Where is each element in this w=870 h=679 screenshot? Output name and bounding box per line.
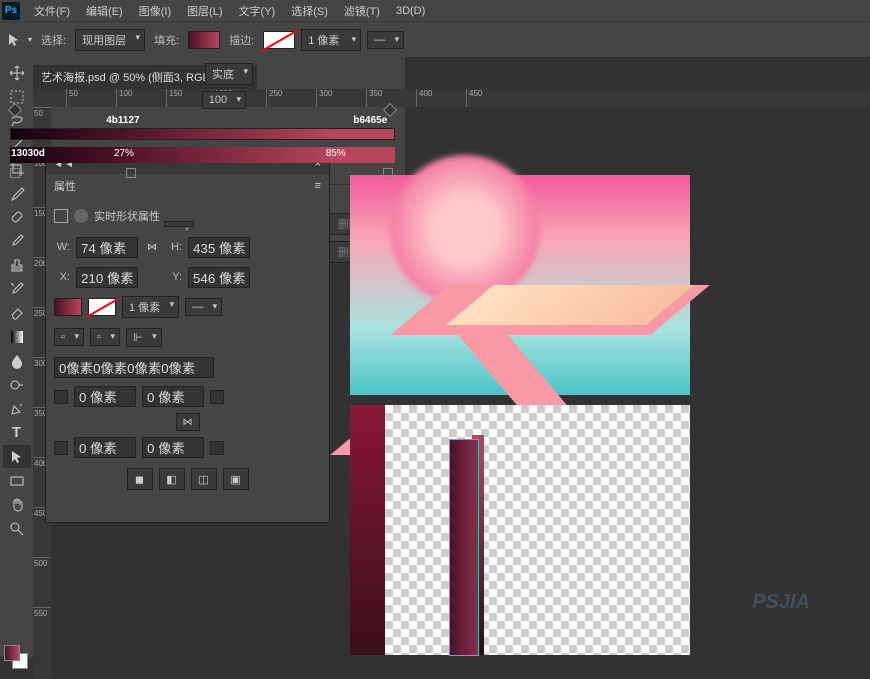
stop-opacity-field bbox=[164, 221, 194, 227]
dodge-tool-icon[interactable] bbox=[3, 373, 31, 396]
history-brush-icon[interactable] bbox=[3, 277, 31, 300]
gradient-type-dropdown[interactable]: 实底 bbox=[205, 63, 253, 85]
selected-shape[interactable] bbox=[450, 440, 478, 655]
pen-tool-icon[interactable] bbox=[3, 397, 31, 420]
pathop-combine-icon[interactable]: ◼ bbox=[127, 468, 153, 490]
path-select-tool-icon[interactable] bbox=[3, 445, 31, 468]
stroke-style-dropdown[interactable]: — bbox=[367, 31, 404, 49]
fg-color-swatch[interactable] bbox=[4, 645, 20, 661]
stroke-swatch[interactable] bbox=[263, 31, 295, 49]
dropdown-arrow-icon[interactable]: ▾ bbox=[28, 35, 32, 44]
path-select-icon[interactable] bbox=[6, 32, 22, 48]
corner-tr-shape[interactable] bbox=[210, 390, 224, 404]
fill-label: 填充: bbox=[154, 32, 179, 48]
rectangle-tool-icon[interactable] bbox=[3, 469, 31, 492]
pathop-intersect-icon[interactable]: ◫ bbox=[191, 468, 217, 490]
panel-menu-icon[interactable]: ≡ bbox=[315, 180, 321, 192]
corner-tl-shape[interactable] bbox=[54, 390, 68, 404]
select-label: 选择: bbox=[41, 32, 66, 48]
zoom-tool-icon[interactable] bbox=[3, 517, 31, 540]
corner-bl-shape[interactable] bbox=[54, 441, 68, 455]
menu-image[interactable]: 图像(I) bbox=[131, 1, 179, 21]
stroke-width-dropdown[interactable]: 1 像素 bbox=[301, 29, 361, 51]
ps-logo-icon: Ps bbox=[2, 2, 20, 20]
properties-panel: ◄◄ × 属性 ≡ 实时形状属性 W: ⋈ H: X: Y: 1 像素 bbox=[45, 153, 330, 523]
link-corners-icon[interactable]: ⋈ bbox=[176, 413, 200, 431]
menu-filter[interactable]: 滤镜(T) bbox=[336, 1, 388, 21]
corner-tr-field[interactable] bbox=[142, 386, 204, 407]
menu-select[interactable]: 选择(S) bbox=[283, 1, 336, 21]
stroke-mini-swatch[interactable] bbox=[88, 298, 116, 316]
menu-3d[interactable]: 3D(D) bbox=[388, 3, 433, 19]
select-layer-dropdown[interactable]: 现用图层 bbox=[75, 29, 145, 51]
fill-swatch[interactable] bbox=[188, 31, 220, 49]
menu-file[interactable]: 文件(F) bbox=[26, 1, 78, 21]
watermark: PSJIA bbox=[752, 591, 810, 614]
join-dropdown[interactable]: ▫ bbox=[90, 328, 120, 346]
menu-layer[interactable]: 图层(L) bbox=[179, 1, 230, 21]
width-field[interactable] bbox=[76, 237, 138, 258]
cap-dropdown[interactable]: ▫ bbox=[54, 328, 84, 346]
smoothness-field[interactable]: 100 bbox=[202, 91, 246, 109]
gradient-tool-icon[interactable] bbox=[3, 325, 31, 348]
corner-br-field[interactable] bbox=[142, 437, 204, 458]
canvas[interactable] bbox=[350, 175, 690, 655]
link-wh-icon[interactable]: ⋈ bbox=[144, 239, 160, 255]
align-stroke-dropdown[interactable]: ⊩ bbox=[126, 328, 162, 347]
pathop-exclude-icon[interactable]: ▣ bbox=[223, 468, 249, 490]
mask-icon bbox=[74, 209, 88, 223]
stamp-tool-icon[interactable] bbox=[3, 253, 31, 276]
corners-summary-field[interactable] bbox=[54, 357, 214, 378]
eraser-tool-icon[interactable] bbox=[3, 301, 31, 324]
eyedropper-tool-icon[interactable] bbox=[3, 181, 31, 204]
hand-tool-icon[interactable] bbox=[3, 493, 31, 516]
move-tool-icon[interactable] bbox=[3, 61, 31, 84]
options-bar: ▾ 选择: 现用图层 填充: 描边: 1 像素 — bbox=[0, 21, 870, 57]
properties-subtitle: 实时形状属性 bbox=[94, 208, 160, 224]
stroke-label: 描边: bbox=[229, 32, 254, 48]
height-field[interactable] bbox=[188, 237, 250, 258]
y-field[interactable] bbox=[188, 267, 250, 288]
stroke-dash-dropdown[interactable]: — bbox=[185, 298, 222, 316]
shape-icon bbox=[54, 209, 68, 223]
pathop-subtract-icon[interactable]: ◧ bbox=[159, 468, 185, 490]
ruler-horizontal: 50 100 150 200 250 300 350 400 450 bbox=[33, 89, 870, 107]
corner-bl-field[interactable] bbox=[74, 437, 136, 458]
x-field[interactable] bbox=[76, 267, 138, 288]
fill-mini-swatch[interactable] bbox=[54, 298, 82, 316]
stroke-width-field[interactable]: 1 像素 bbox=[122, 296, 179, 318]
menubar: Ps 文件(F) 编辑(E) 图像(I) 图层(L) 文字(Y) 选择(S) 滤… bbox=[0, 0, 870, 21]
menu-edit[interactable]: 编辑(E) bbox=[78, 1, 131, 21]
panel-title: 属性 bbox=[54, 178, 76, 194]
artwork bbox=[350, 175, 690, 655]
corner-tl-field[interactable] bbox=[74, 386, 136, 407]
gradient-preview: 13030d 27% 85% bbox=[10, 147, 395, 163]
type-tool-icon[interactable]: T bbox=[3, 421, 31, 444]
blur-tool-icon[interactable] bbox=[3, 349, 31, 372]
gradient-bar[interactable]: 4b1127 b6465e bbox=[10, 115, 395, 145]
menu-type[interactable]: 文字(Y) bbox=[231, 1, 284, 21]
heal-tool-icon[interactable] bbox=[3, 205, 31, 228]
corner-br-shape[interactable] bbox=[210, 441, 224, 455]
brush-tool-icon[interactable] bbox=[3, 229, 31, 252]
